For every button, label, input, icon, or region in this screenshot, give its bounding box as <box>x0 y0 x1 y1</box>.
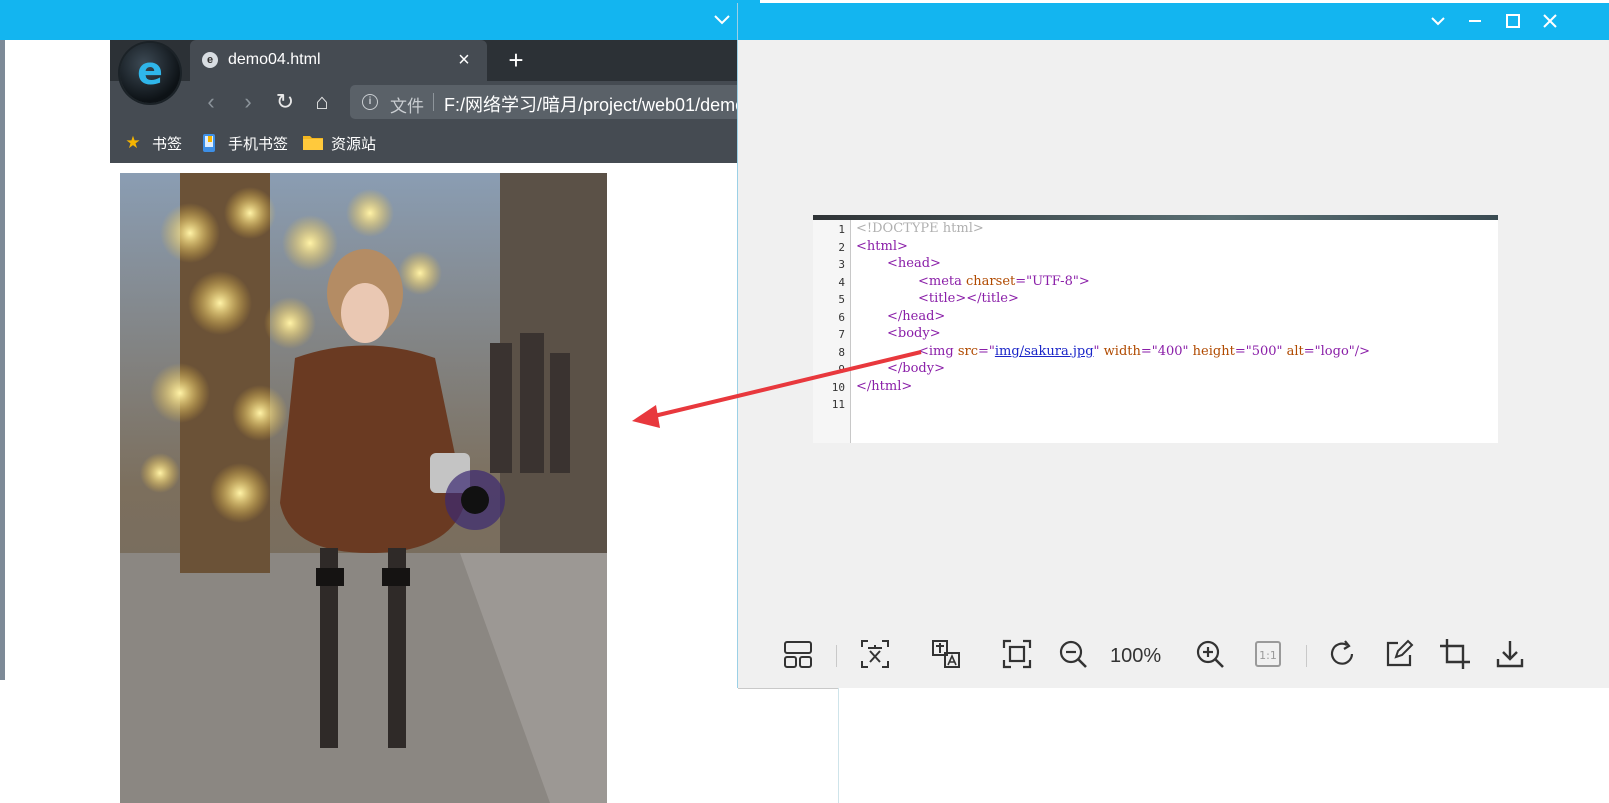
layout-icon[interactable] <box>781 637 815 671</box>
code-token: ="logo"/> <box>1303 344 1371 359</box>
code-token: <meta <box>918 274 967 289</box>
image-viewer-window: 1 2 3 4 5 6 7 8 9 10 11 <!DOCTYPE html> … <box>738 3 1609 688</box>
download-icon[interactable] <box>1493 637 1527 671</box>
code-line: </head> <box>887 309 946 324</box>
line-number: 5 <box>838 293 845 306</box>
desktop-edge <box>0 40 5 680</box>
line-number: 8 <box>838 346 845 359</box>
code-line: </body> <box>887 361 945 376</box>
rotate-icon[interactable] <box>1325 637 1359 671</box>
zoom-in-icon[interactable] <box>1193 637 1227 671</box>
toolbar-divider <box>1306 645 1307 667</box>
favicon-icon: e <box>202 52 218 68</box>
line-number: 4 <box>838 276 845 289</box>
browser-toolbar: ‹ › ↻ ⌂ i 文件 F:/网络学习/暗月/project/web01/de… <box>110 81 752 123</box>
line-number: 7 <box>838 328 845 341</box>
star-icon: ★ <box>125 133 141 152</box>
code-line: <img src="img/sakura.jpg" width="400" he… <box>918 344 1370 359</box>
bookmark-item-mobile[interactable]: 手机书签 <box>200 133 288 153</box>
close-icon[interactable] <box>1538 10 1562 32</box>
phone-bookmark-icon <box>200 134 218 152</box>
zoom-level: 100% <box>1110 645 1162 667</box>
code-line: <title></title> <box>918 291 1019 306</box>
browser-logo-icon[interactable]: e <box>120 43 180 103</box>
crop-icon[interactable] <box>1438 637 1472 671</box>
code-line: <head> <box>887 256 941 271</box>
code-line: </html> <box>856 379 913 394</box>
code-token: charset <box>966 274 1016 289</box>
code-token: " <box>1093 344 1104 359</box>
address-divider <box>433 93 434 111</box>
bookmark-item-bookmarks[interactable]: ★ 书签 <box>124 133 182 153</box>
viewer-toolbar: 100% 1:1 <box>738 633 1609 677</box>
code-token: ="400" <box>1140 344 1193 359</box>
back-window-titlebar[interactable] <box>0 0 760 40</box>
line-number: 6 <box>838 311 845 324</box>
extract-text-icon[interactable] <box>858 637 892 671</box>
info-icon[interactable]: i <box>362 94 378 110</box>
line-number: 9 <box>838 363 845 376</box>
translate-icon[interactable] <box>929 637 963 671</box>
line-number: 1 <box>838 223 845 236</box>
tab-title: demo04.html <box>228 51 321 68</box>
address-bar[interactable]: i 文件 F:/网络学习/暗月/project/web01/demo04.htm… <box>350 85 752 119</box>
code-token: height <box>1192 344 1235 359</box>
browser-window: e demo04.html × + ‹ › ↻ ⌂ i 文件 F:/网络学习/暗… <box>110 40 752 803</box>
fit-screen-icon[interactable] <box>1000 637 1034 671</box>
code-line: <html> <box>856 239 908 254</box>
tab-strip: e demo04.html × + <box>110 40 752 81</box>
svg-text:1:1: 1:1 <box>1259 649 1277 662</box>
chevron-down-icon[interactable] <box>1426 10 1450 32</box>
bookmark-label: 书签 <box>152 135 183 153</box>
folder-icon <box>303 134 323 152</box>
address-scheme-label: 文件 <box>390 97 424 116</box>
address-url[interactable]: F:/网络学习/暗月/project/web01/demo04.html <box>444 91 752 117</box>
code-screenshot: 1 2 3 4 5 6 7 8 9 10 11 <!DOCTYPE html> … <box>813 215 1498 443</box>
code-line: <body> <box>887 326 941 341</box>
toolbar-divider <box>836 645 837 667</box>
zoom-out-icon[interactable] <box>1056 637 1090 671</box>
page-photo <box>120 173 607 803</box>
maximize-icon[interactable] <box>1501 10 1525 32</box>
actual-size-icon[interactable]: 1:1 <box>1251 637 1285 671</box>
chevron-down-icon[interactable] <box>710 10 734 30</box>
bookmark-item-resources[interactable]: 资源站 <box>303 133 376 153</box>
code-link: img/sakura.jpg <box>994 344 1094 359</box>
code-token: =" <box>978 344 995 359</box>
edit-icon[interactable] <box>1382 637 1416 671</box>
code-token: ="500" <box>1234 344 1287 359</box>
line-number-gutter: 1 2 3 4 5 6 7 8 9 10 11 <box>813 220 851 443</box>
code-line: <!DOCTYPE html> <box>856 221 984 236</box>
home-button[interactable]: ⌂ <box>309 89 335 115</box>
viewer-titlebar[interactable] <box>738 3 1609 40</box>
code-token: width <box>1103 344 1141 359</box>
background-window-content <box>838 688 1609 803</box>
line-number: 3 <box>838 258 845 271</box>
browser-logo-glyph: e <box>137 49 163 93</box>
minimize-icon[interactable] <box>1463 10 1487 32</box>
back-button[interactable]: ‹ <box>198 89 224 115</box>
bookmarks-bar: ★ 书签 手机书签 资源站 <box>110 123 752 163</box>
code-token: ="UTF-8"> <box>1015 274 1090 289</box>
bookmark-label: 手机书签 <box>228 135 289 153</box>
close-tab-icon[interactable]: × <box>452 48 476 72</box>
new-tab-button[interactable]: + <box>502 47 530 75</box>
forward-button[interactable]: › <box>235 89 261 115</box>
code-top-band <box>813 215 1498 220</box>
line-number: 11 <box>831 398 845 411</box>
bookmark-label: 资源站 <box>331 135 377 153</box>
reload-button[interactable]: ↻ <box>272 89 298 115</box>
code-token: src <box>957 344 979 359</box>
line-number: 2 <box>838 241 845 254</box>
line-number: 10 <box>831 381 845 394</box>
code-line: <meta charset="UTF-8"> <box>918 274 1090 289</box>
code-token: alt <box>1286 344 1304 359</box>
code-token: <img <box>918 344 958 359</box>
tab-demo04[interactable]: e demo04.html × <box>190 40 487 81</box>
